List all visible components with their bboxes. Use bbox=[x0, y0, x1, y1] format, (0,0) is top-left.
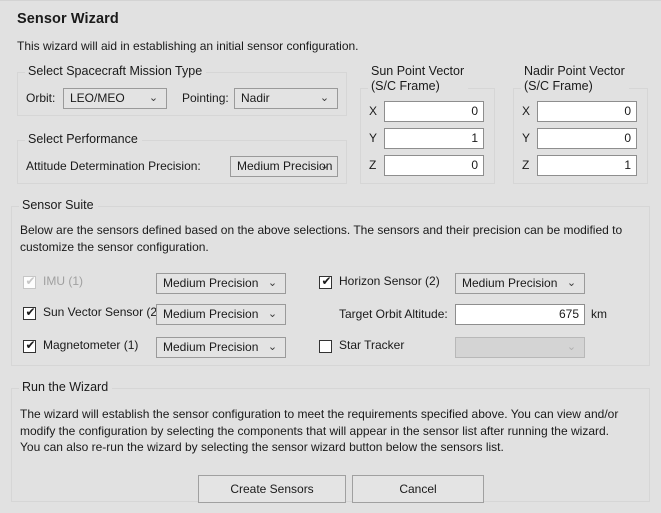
sensor-suite-description-line2: customize the sensor configuration. bbox=[20, 239, 640, 256]
nadir-x-input[interactable]: 0 bbox=[537, 101, 637, 122]
check-icon: ✔ bbox=[25, 306, 36, 319]
nadir-point-vector-title-line2: (S/C Frame) bbox=[524, 79, 625, 94]
nadir-point-vector-group-body: X 0 Y 0 Z 1 bbox=[513, 88, 648, 184]
sensor-suite-group: Sensor Suite Below are the sensors defin… bbox=[11, 198, 650, 366]
sun-point-vector-group-title: Sun Point Vector (S/C Frame) bbox=[368, 64, 468, 94]
orbit-select[interactable]: LEO/MEO ⌄ bbox=[63, 88, 167, 109]
check-icon: ✔ bbox=[321, 275, 332, 288]
sun-z-label: Z bbox=[369, 158, 376, 172]
sun-point-vector-group: Sun Point Vector (S/C Frame) X 0 Y 1 Z 0 bbox=[360, 64, 495, 184]
sensor-wizard-dialog: Sensor Wizard This wizard will aid in es… bbox=[0, 0, 661, 513]
sun-point-vector-group-body: X 0 Y 1 Z 0 bbox=[360, 88, 495, 184]
run-wizard-group-title: Run the Wizard bbox=[19, 380, 112, 394]
mission-type-group-body: Orbit: LEO/MEO ⌄ Pointing: Nadir ⌄ bbox=[17, 72, 347, 116]
label-star-tracker: Star Tracker bbox=[339, 338, 404, 352]
checkbox-horizon-sensor[interactable]: ✔ bbox=[319, 276, 332, 289]
checkbox-imu[interactable]: ✔ bbox=[23, 276, 36, 289]
mission-type-group-title: Select Spacecraft Mission Type bbox=[25, 64, 206, 78]
orbit-label: Orbit: bbox=[26, 91, 55, 105]
run-wizard-description-line2: modify the configuration by selecting th… bbox=[20, 423, 642, 440]
run-wizard-description-line1: The wizard will establish the sensor con… bbox=[20, 406, 642, 423]
performance-group-title: Select Performance bbox=[25, 132, 142, 146]
attitude-precision-label: Attitude Determination Precision: bbox=[26, 159, 201, 173]
label-sun-vector-sensor: Sun Vector Sensor (2) bbox=[43, 305, 161, 319]
performance-group: Select Performance Attitude Determinatio… bbox=[17, 132, 347, 184]
target-orbit-altitude-units: km bbox=[591, 307, 607, 321]
create-sensors-button[interactable]: Create Sensors bbox=[198, 475, 346, 503]
sun-y-label: Y bbox=[369, 131, 377, 145]
sun-y-input[interactable]: 1 bbox=[384, 128, 484, 149]
sun-point-vector-title-line2: (S/C Frame) bbox=[371, 79, 464, 94]
mission-type-group: Select Spacecraft Mission Type Orbit: LE… bbox=[17, 64, 347, 116]
nadir-z-input[interactable]: 1 bbox=[537, 155, 637, 176]
attitude-precision-select[interactable]: Medium Precision ⌄ bbox=[230, 156, 338, 177]
page-subtitle: This wizard will aid in establishing an … bbox=[17, 39, 359, 53]
chevron-down-icon: ⌄ bbox=[319, 89, 330, 108]
check-icon: ✔ bbox=[25, 275, 36, 288]
label-imu: IMU (1) bbox=[43, 274, 83, 288]
checkbox-sun-vector-sensor[interactable]: ✔ bbox=[23, 307, 36, 320]
chevron-down-icon: ⌄ bbox=[319, 157, 330, 176]
precision-select-horizon-sensor[interactable]: Medium Precision ⌄ bbox=[455, 273, 585, 294]
precision-value-sun-vector-sensor: Medium Precision bbox=[163, 307, 258, 321]
sensor-suite-description: Below are the sensors defined based on t… bbox=[20, 222, 640, 255]
sensor-suite-group-body: Below are the sensors defined based on t… bbox=[11, 206, 650, 366]
target-orbit-altitude-label: Target Orbit Altitude: bbox=[339, 307, 448, 321]
precision-value-magnetometer: Medium Precision bbox=[163, 340, 258, 354]
chevron-down-icon: ⌄ bbox=[267, 338, 278, 357]
pointing-label: Pointing: bbox=[182, 91, 229, 105]
chevron-down-icon: ⌄ bbox=[148, 89, 159, 108]
page-title: Sensor Wizard bbox=[17, 11, 119, 27]
precision-value-horizon-sensor: Medium Precision bbox=[462, 276, 557, 290]
label-horizon-sensor: Horizon Sensor (2) bbox=[339, 274, 440, 288]
sun-x-label: X bbox=[369, 104, 377, 118]
pointing-select[interactable]: Nadir ⌄ bbox=[234, 88, 338, 109]
target-orbit-altitude-input[interactable]: 675 bbox=[455, 304, 585, 325]
cancel-button[interactable]: Cancel bbox=[352, 475, 484, 503]
chevron-down-icon: ⌄ bbox=[566, 274, 577, 293]
run-wizard-description: The wizard will establish the sensor con… bbox=[20, 406, 642, 456]
precision-select-star-tracker: ⌄ bbox=[455, 337, 585, 358]
precision-select-sun-vector-sensor[interactable]: Medium Precision ⌄ bbox=[156, 304, 286, 325]
precision-value-imu: Medium Precision bbox=[163, 276, 258, 290]
nadir-x-label: X bbox=[522, 104, 530, 118]
nadir-y-input[interactable]: 0 bbox=[537, 128, 637, 149]
nadir-z-label: Z bbox=[522, 158, 529, 172]
performance-group-body: Attitude Determination Precision: Medium… bbox=[17, 140, 347, 184]
chevron-down-icon: ⌄ bbox=[267, 305, 278, 324]
check-icon: ✔ bbox=[25, 339, 36, 352]
sensor-suite-group-title: Sensor Suite bbox=[19, 198, 98, 212]
run-wizard-group: Run the Wizard The wizard will establish… bbox=[11, 380, 650, 502]
chevron-down-icon: ⌄ bbox=[267, 274, 278, 293]
precision-select-magnetometer[interactable]: Medium Precision ⌄ bbox=[156, 337, 286, 358]
sun-point-vector-title-line1: Sun Point Vector bbox=[371, 64, 464, 79]
nadir-point-vector-group-title: Nadir Point Vector (S/C Frame) bbox=[521, 64, 629, 94]
checkbox-magnetometer[interactable]: ✔ bbox=[23, 340, 36, 353]
nadir-point-vector-group: Nadir Point Vector (S/C Frame) X 0 Y 0 Z… bbox=[513, 64, 648, 184]
sun-x-input[interactable]: 0 bbox=[384, 101, 484, 122]
orbit-select-value: LEO/MEO bbox=[70, 91, 125, 105]
nadir-point-vector-title-line1: Nadir Point Vector bbox=[524, 64, 625, 79]
precision-select-imu[interactable]: Medium Precision ⌄ bbox=[156, 273, 286, 294]
run-wizard-description-line3: You can also re-run the wizard by select… bbox=[20, 439, 642, 456]
chevron-down-icon: ⌄ bbox=[566, 338, 577, 357]
sensor-suite-description-line1: Below are the sensors defined based on t… bbox=[20, 222, 640, 239]
label-magnetometer: Magnetometer (1) bbox=[43, 338, 138, 352]
checkbox-star-tracker[interactable]: ✔ bbox=[319, 340, 332, 353]
pointing-select-value: Nadir bbox=[241, 91, 270, 105]
nadir-y-label: Y bbox=[522, 131, 530, 145]
sun-z-input[interactable]: 0 bbox=[384, 155, 484, 176]
run-wizard-group-body: The wizard will establish the sensor con… bbox=[11, 388, 650, 502]
